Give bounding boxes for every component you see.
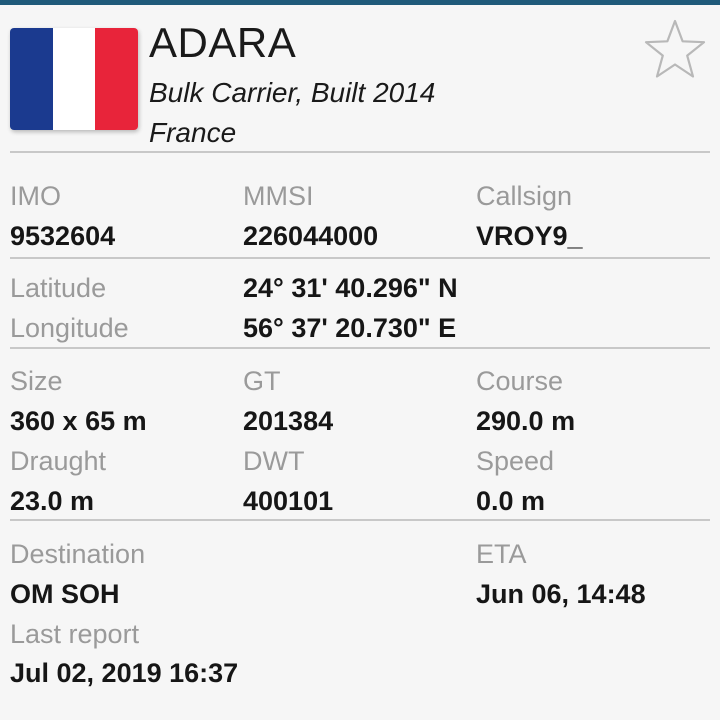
france-flag-icon: [10, 28, 138, 130]
mmsi-label: MMSI: [243, 181, 314, 211]
divider-header: [10, 151, 710, 153]
last-report-value: Jul 02, 2019 16:37: [10, 658, 239, 688]
last-report-label: Last report: [10, 619, 140, 649]
divider-position: [10, 347, 710, 349]
destination-label: Destination: [10, 539, 146, 569]
imo-value: 9532604: [10, 221, 116, 251]
size-value: 360 x 65 m: [10, 406, 147, 436]
favorite-star-icon[interactable]: [643, 18, 707, 80]
vessel-type-built: Bulk Carrier, Built 2014: [149, 77, 436, 108]
divider-dimensions: [10, 519, 710, 521]
flag-stripe-white: [52, 28, 96, 130]
course-label: Course: [476, 366, 564, 396]
latitude-value: 24° 31' 40.296" N: [243, 273, 458, 303]
destination-value: OM SOH: [10, 579, 120, 609]
mmsi-value: 226044000: [243, 221, 379, 251]
vessel-name: ADARA: [149, 19, 297, 66]
course-value: 290.0 m: [476, 406, 576, 436]
dwt-label: DWT: [243, 446, 305, 476]
gt-value: 201384: [243, 406, 334, 436]
latitude-label: Latitude: [10, 273, 107, 303]
gt-label: GT: [243, 366, 281, 396]
longitude-value: 56° 37' 20.730" E: [243, 313, 457, 343]
eta-value: Jun 06, 14:48: [476, 579, 646, 609]
imo-label: IMO: [10, 181, 61, 211]
vessel-country: France: [149, 117, 237, 148]
draught-value: 23.0 m: [10, 486, 95, 516]
speed-label: Speed: [476, 446, 555, 476]
flag-stripe-blue: [10, 28, 53, 130]
callsign-label: Callsign: [476, 181, 573, 211]
longitude-label: Longitude: [10, 313, 129, 343]
draught-label: Draught: [10, 446, 107, 476]
divider-ids: [10, 257, 710, 259]
eta-label: ETA: [476, 539, 527, 569]
dwt-value: 400101: [243, 486, 334, 516]
size-label: Size: [10, 366, 63, 396]
top-accent-bar: [0, 0, 720, 5]
flag-stripe-red: [95, 28, 138, 130]
callsign-value: VROY9_: [476, 221, 583, 251]
speed-value: 0.0 m: [476, 486, 546, 516]
